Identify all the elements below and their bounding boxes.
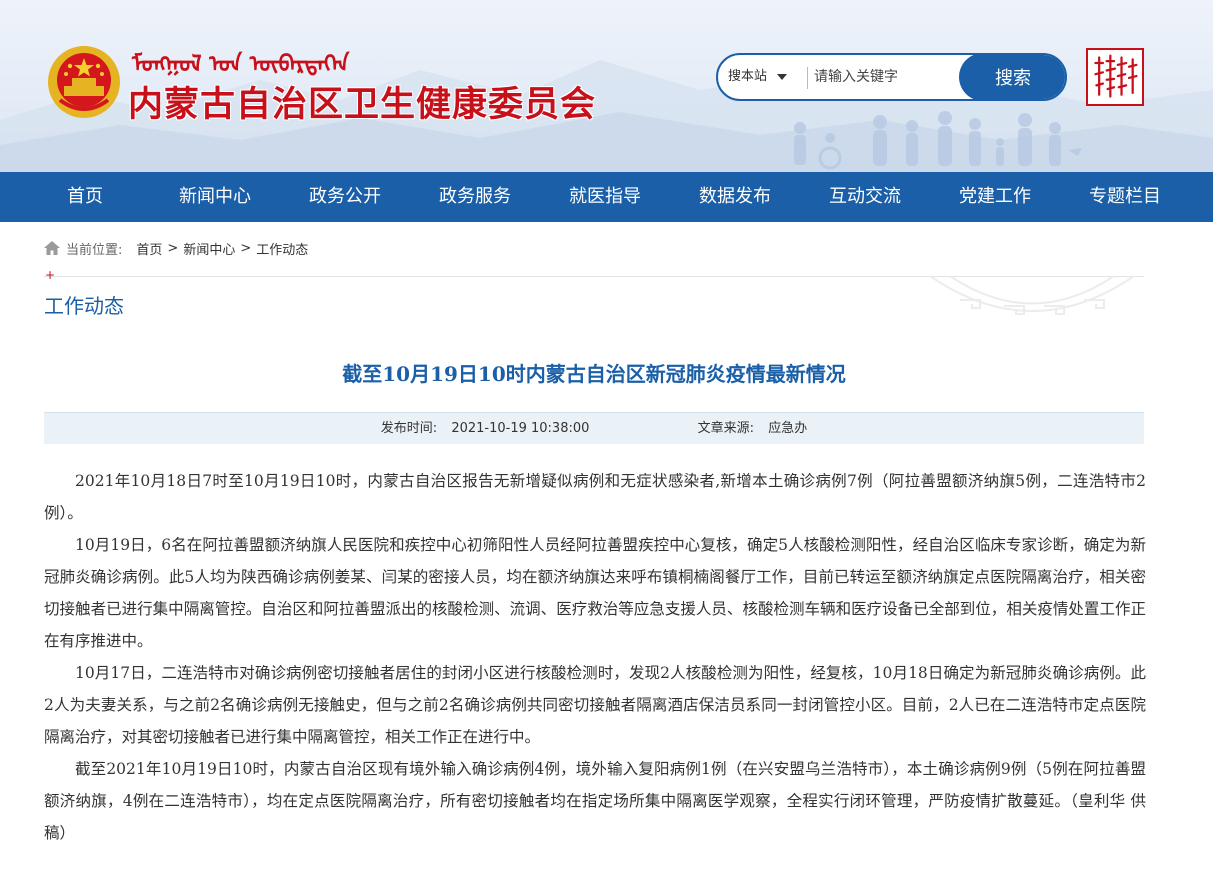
search-divider	[807, 67, 808, 89]
section-marker: +	[45, 268, 56, 282]
nav-item-government-services[interactable]: 政务服务	[410, 172, 540, 222]
publish-time-label: 发布时间:	[380, 421, 438, 436]
site-header: ᠮᠣᠩᠭᠣᠯ ᠤᠨ ᠥᠪᠡᠷᠲᠡᠭᠡᠨ 内蒙古自治区卫生健康委员会 搜本站 搜索	[0, 0, 1213, 172]
decorative-pattern-icon	[929, 276, 1135, 315]
search-button[interactable]: 搜索	[959, 55, 1065, 99]
main-navigation: 首页 新闻中心 政务公开 政务服务 就医指导 数据发布 互动交流 党建工作 专题…	[0, 172, 1213, 222]
search-box: 搜本站 搜索	[716, 53, 1067, 101]
search-input[interactable]	[814, 61, 958, 93]
breadcrumb-news-center[interactable]: 新闻中心	[183, 239, 235, 258]
mongolian-language-icon[interactable]	[1086, 48, 1144, 106]
national-emblem-icon	[48, 46, 120, 118]
search-scope-dropdown[interactable]: 搜本站	[728, 55, 788, 99]
article-paragraph: 截至2021年10月19日10时，内蒙古自治区现有境外输入确诊病例4例，境外输入…	[44, 760, 1146, 842]
source-value: 应急办	[768, 421, 808, 436]
nav-item-home[interactable]: 首页	[20, 172, 150, 222]
nav-item-party-building[interactable]: 党建工作	[930, 172, 1060, 222]
site-title: 内蒙古自治区卫生健康委员会	[128, 85, 597, 125]
breadcrumb-separator: >	[167, 240, 179, 256]
breadcrumb-home[interactable]: 首页	[136, 239, 162, 258]
nav-item-interaction[interactable]: 互动交流	[800, 172, 930, 222]
section-title: 工作动态	[44, 294, 124, 318]
breadcrumb-label: 当前位置:	[66, 242, 123, 258]
article-body: 2021年10月18日7时至10月19日10时，内蒙古自治区报告无新增疑似病例和…	[44, 465, 1146, 849]
mongolian-site-title: ᠮᠣᠩᠭᠣᠯ ᠤᠨ ᠥᠪᠡᠷᠲᠡᠭᠡᠨ	[132, 50, 350, 78]
publish-time-value: 2021-10-19 10:38:00	[451, 421, 590, 436]
breadcrumb: 当前位置: 首页 > 新闻中心 > 工作动态	[44, 238, 308, 258]
nav-item-data-release[interactable]: 数据发布	[670, 172, 800, 222]
caret-down-icon	[777, 73, 788, 80]
article-paragraph: 2021年10月18日7时至10月19日10时，内蒙古自治区报告无新增疑似病例和…	[44, 472, 1146, 522]
article-meta-bar: 发布时间: 2021-10-19 10:38:00 文章来源: 应急办	[44, 412, 1144, 444]
nav-item-medical-guide[interactable]: 就医指导	[540, 172, 670, 222]
article-title: 截至10月19日10时内蒙古自治区新冠肺炎疫情最新情况	[342, 362, 846, 386]
search-scope-label: 搜本站	[728, 69, 768, 84]
breadcrumb-work-news[interactable]: 工作动态	[256, 239, 308, 258]
nav-item-news-center[interactable]: 新闻中心	[150, 172, 280, 222]
home-icon	[44, 241, 60, 255]
breadcrumb-separator: >	[240, 240, 252, 256]
article-paragraph: 10月19日，6名在阿拉善盟额济纳旗人民医院和疾控中心初筛阳性人员经阿拉善盟疾控…	[44, 536, 1146, 650]
article-paragraph: 10月17日，二连浩特市对确诊病例密切接触者居住的封闭小区进行核酸检测时，发现2…	[44, 664, 1146, 746]
nav-item-special-topics[interactable]: 专题栏目	[1060, 172, 1190, 222]
source-label: 文章来源:	[697, 421, 755, 436]
nav-item-government-affairs[interactable]: 政务公开	[280, 172, 410, 222]
